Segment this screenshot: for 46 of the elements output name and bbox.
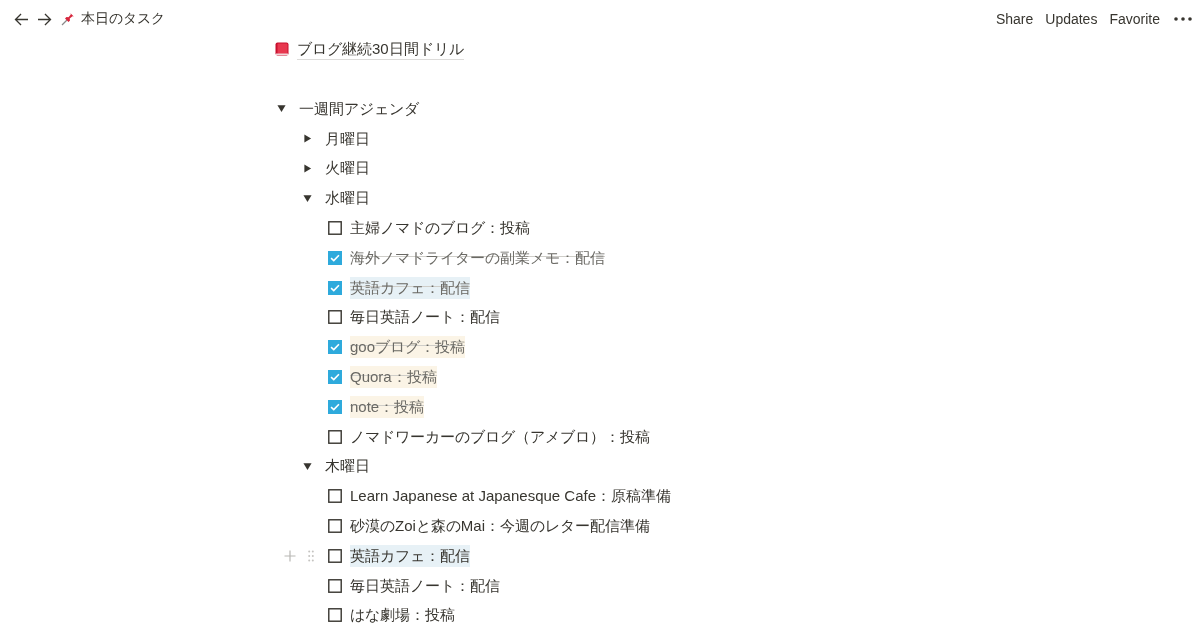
forward-arrow-icon[interactable] (37, 12, 52, 26)
checkbox[interactable] (328, 250, 342, 265)
checkbox[interactable] (328, 489, 342, 504)
checkbox[interactable] (328, 608, 342, 623)
toggle-label: 一週間アジェンダ (299, 98, 419, 119)
checkbox[interactable] (328, 370, 342, 385)
topbar-action-button[interactable]: Favorite (1103, 7, 1166, 31)
todo-label: 毎日英語ノート：配信 (350, 307, 500, 328)
breadcrumb-title[interactable]: 本日のタスク (81, 10, 165, 28)
toggle-label: 火曜日 (325, 158, 370, 179)
toggle-label: 月曜日 (325, 128, 370, 149)
checkbox[interactable] (328, 519, 342, 534)
topbar-action-button[interactable]: Updates (1039, 7, 1104, 31)
checkbox[interactable] (328, 280, 342, 295)
todo-label: はな劇場：投稿 (350, 605, 455, 626)
more-icon[interactable] (1174, 17, 1192, 21)
todo-label: 英語カフェ：配信 (350, 544, 470, 567)
todo-label: 砂漠のZoiと森のMai：今週のレター配信準備 (350, 516, 650, 537)
todo-label: 英語カフェ：配信 (350, 276, 470, 299)
todo-label: ノマドワーカーのブログ（アメブロ）：投稿 (350, 426, 650, 447)
checkbox[interactable] (328, 340, 342, 355)
todo-label: Learn Japanese at Japanesque Cafe：原稿準備 (350, 486, 672, 507)
back-arrow-icon[interactable] (14, 12, 29, 26)
checkbox[interactable] (328, 548, 342, 563)
book-icon (275, 42, 289, 56)
todo-label: gooブログ：投稿 (350, 336, 466, 359)
todo-label: 主婦ノマドのブログ：投稿 (350, 218, 530, 239)
pushpin-icon (61, 12, 75, 26)
checkbox[interactable] (328, 310, 342, 325)
todo-label: Quora：投稿 (350, 366, 437, 389)
toggle-label: 木曜日 (325, 456, 370, 477)
toggle-label: 水曜日 (325, 188, 370, 209)
toggle-caret-icon[interactable] (303, 134, 312, 144)
checkbox[interactable] (328, 399, 342, 414)
toggle-caret-icon[interactable] (303, 461, 312, 471)
page-link[interactable]: ブログ継続30日間ドリル (297, 38, 464, 60)
todo-label: note：投稿 (350, 395, 425, 418)
toggle-caret-icon[interactable] (277, 104, 286, 114)
topbar-action-button[interactable]: Share (989, 7, 1040, 31)
toggle-caret-icon[interactable] (303, 164, 312, 173)
toggle-caret-icon[interactable] (303, 193, 312, 203)
todo-label: 毎日英語ノート：配信 (350, 575, 500, 596)
checkbox[interactable] (328, 429, 342, 444)
checkbox[interactable] (328, 578, 342, 593)
drag-handle-icon[interactable] (308, 549, 314, 562)
checkbox[interactable] (328, 221, 342, 236)
